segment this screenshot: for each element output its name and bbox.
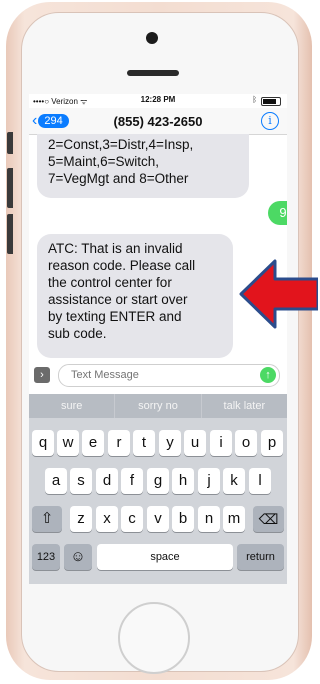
key-p[interactable]: p [261,430,283,456]
annotation-arrow-shape [239,259,318,329]
message-composer: › ↑ [29,362,287,388]
shift-key[interactable]: ⇧ [32,506,62,532]
key-b[interactable]: b [172,506,194,532]
key-c[interactable]: c [121,506,143,532]
suggestion-talk-later[interactable]: talk later [202,394,287,418]
return-key[interactable]: return [237,544,284,570]
info-icon[interactable]: i [261,112,279,130]
key-o[interactable]: o [235,430,257,456]
key-e[interactable]: e [82,430,104,456]
key-s[interactable]: s [70,468,92,494]
key-row-1: q w e r t y u i o p [29,430,287,460]
outgoing-message-bubble: 9 [268,201,287,225]
key-t[interactable]: t [133,430,155,456]
onscreen-keyboard: sure sorry no talk later q w e r t y u i… [29,394,287,584]
message-line: 5=Maint,6=Switch, [48,154,160,169]
battery-icon [261,97,281,106]
key-q[interactable]: q [32,430,54,456]
suggestion-sure[interactable]: sure [29,394,116,418]
key-row-2: a s d f g h j k l [29,468,287,498]
key-y[interactable]: y [159,430,181,456]
emoji-icon[interactable]: ☺ [64,544,92,570]
message-line: the control center for [48,275,172,290]
key-x[interactable]: x [96,506,118,532]
bluetooth-icon: ᛒ [252,95,257,104]
contact-title[interactable]: (855) 423-2650 [29,114,287,129]
numbers-key[interactable]: 123 [32,544,60,570]
key-w[interactable]: w [57,430,79,456]
message-line: 2=Const,3=Distr,4=Insp, [48,137,194,152]
key-n[interactable]: n [198,506,220,532]
key-m[interactable]: m [223,506,245,532]
key-a[interactable]: a [45,468,67,494]
key-v[interactable]: v [147,506,169,532]
quicktype-bar: sure sorry no talk later [29,394,287,418]
key-u[interactable]: u [184,430,206,456]
incoming-message-bubble: ATC: That is an invalid reason code. Ple… [37,234,233,358]
key-j[interactable]: j [198,468,220,494]
front-camera [146,32,158,44]
key-i[interactable]: i [210,430,232,456]
volume-down-button [7,214,13,254]
earpiece-speaker [127,70,179,76]
key-f[interactable]: f [121,468,143,494]
message-input[interactable] [69,368,253,382]
message-line: reason code. Please call [48,258,196,273]
key-h[interactable]: h [172,468,194,494]
send-arrow-icon[interactable]: ↑ [260,367,276,383]
key-z[interactable]: z [70,506,92,532]
key-r[interactable]: r [108,430,130,456]
message-line: assistance or start over [48,292,188,307]
suggestion-sorry-no[interactable]: sorry no [115,394,202,418]
message-text-field[interactable]: ↑ [58,364,280,387]
key-k[interactable]: k [223,468,245,494]
message-line: sub code. [48,326,107,341]
status-time: 12:28 PM [140,95,176,104]
key-row-3: ⇧ z x c v b n m ⌫ [29,506,287,536]
key-d[interactable]: d [96,468,118,494]
home-button[interactable] [118,602,190,674]
space-key[interactable]: space [97,544,233,570]
app-store-icon[interactable]: › [34,367,50,383]
status-bar: ••••○ Verizon ᯤ 12:28 PM ᛒ [29,94,287,108]
key-row-4: 123 ☺ space return [29,544,287,574]
mute-switch [7,132,13,154]
conversation-header: ‹ 294 (855) 423-2650 i [29,108,287,135]
left-arrow-icon [239,259,318,329]
volume-up-button [7,168,13,208]
key-g[interactable]: g [147,468,169,494]
key-l[interactable]: l [249,468,271,494]
delete-key[interactable]: ⌫ [253,506,284,532]
messages-screen: ••••○ Verizon ᯤ 12:28 PM ᛒ ‹ 294 (855) 4… [29,94,287,584]
incoming-message-bubble: 2=Const,3=Distr,4=Insp, 5=Maint,6=Switch… [37,134,249,198]
message-line: by texting ENTER and [48,309,182,324]
message-line: ATC: That is an invalid [48,241,183,256]
message-line: 7=VegMgt and 8=Other [48,171,189,186]
